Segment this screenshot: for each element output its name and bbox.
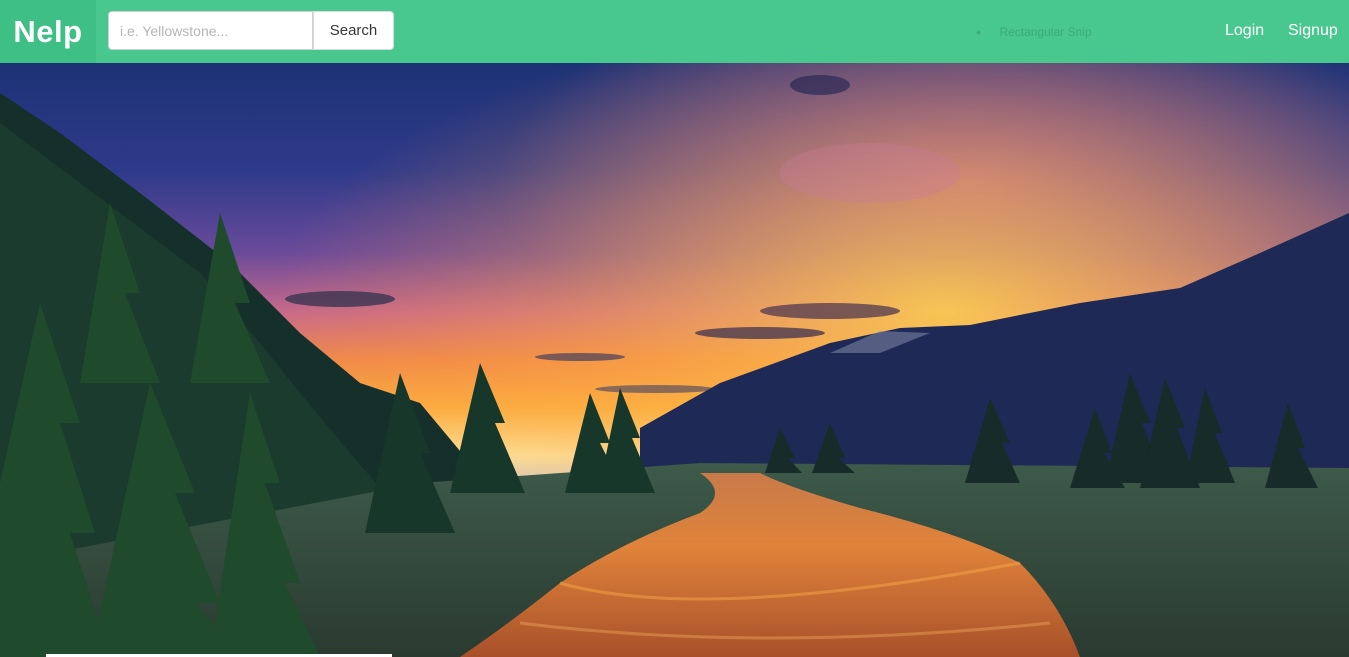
brand-logo[interactable]: Nelp bbox=[0, 0, 96, 63]
login-link[interactable]: Login bbox=[1225, 22, 1264, 40]
landscape-illustration bbox=[0, 63, 1349, 657]
signup-link[interactable]: Signup bbox=[1288, 22, 1338, 40]
snip-dot-icon: ● bbox=[976, 27, 982, 37]
hero-landscape-image bbox=[0, 63, 1349, 657]
snip-overlay-text: ● Rectangular Snip bbox=[976, 25, 1092, 39]
snip-label: Rectangular Snip bbox=[999, 25, 1092, 39]
search-button[interactable]: Search bbox=[313, 11, 394, 50]
top-navbar: Nelp Search ● Rectangular Snip Login Sig… bbox=[0, 0, 1349, 63]
search-input[interactable] bbox=[108, 11, 313, 50]
